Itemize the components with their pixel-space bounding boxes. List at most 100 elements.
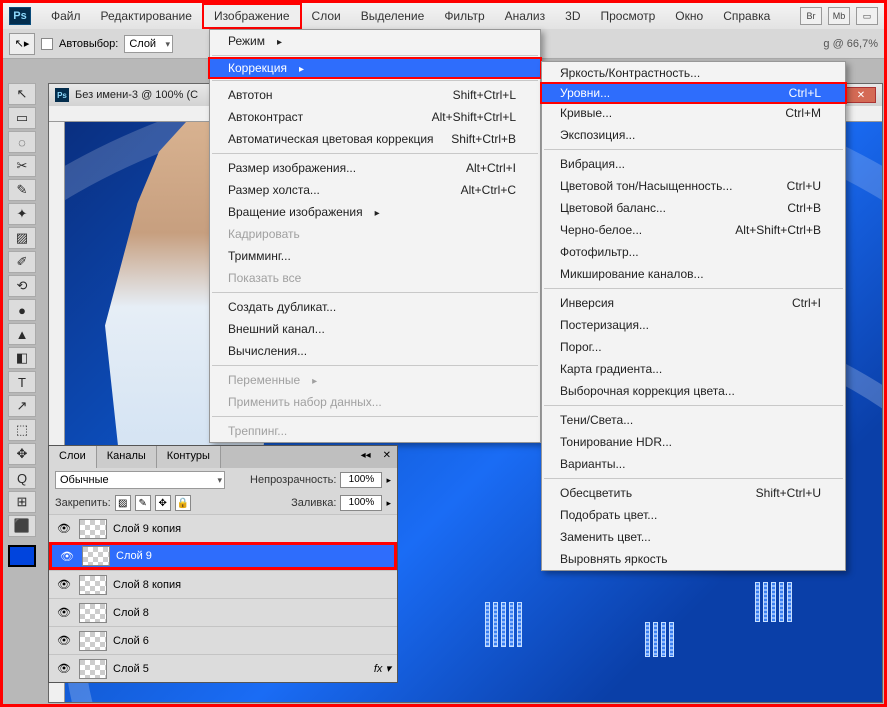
autoselect-checkbox[interactable] xyxy=(41,38,53,50)
image-menu-item[interactable]: АвтоконтрастAlt+Shift+Ctrl+L xyxy=(210,106,540,128)
layer-visibility-icon[interactable]: 👁 xyxy=(55,606,73,619)
correction-menu-item[interactable]: Подобрать цвет... xyxy=(542,504,845,526)
image-menu-item[interactable]: Коррекция xyxy=(208,57,542,79)
tool-2[interactable]: ◌ xyxy=(8,131,36,153)
layer-row[interactable]: 👁Слой 5fx ▾ xyxy=(49,654,397,682)
correction-menu-item[interactable]: Выровнять яркость xyxy=(542,548,845,570)
tool-8[interactable]: ⟲ xyxy=(8,275,36,297)
image-menu-item[interactable]: АвтотонShift+Ctrl+L xyxy=(210,84,540,106)
correction-menu-item[interactable]: Постеризация... xyxy=(542,314,845,336)
lock-position-icon[interactable]: ✥ xyxy=(155,495,171,511)
correction-menu-item[interactable]: ИнверсияCtrl+I xyxy=(542,292,845,314)
layer-row[interactable]: 👁Слой 6 xyxy=(49,626,397,654)
menu-layers[interactable]: Слои xyxy=(302,5,351,27)
image-menu-item[interactable]: Внешний канал... xyxy=(210,318,540,340)
minibridge-icon[interactable]: Mb xyxy=(828,7,850,25)
tool-0[interactable]: ↖ xyxy=(8,83,36,105)
layer-row[interactable]: 👁Слой 8 xyxy=(49,598,397,626)
image-menu-item[interactable]: Создать дубликат... xyxy=(210,296,540,318)
tool-11[interactable]: ◧ xyxy=(8,347,36,369)
tool-13[interactable]: ↗ xyxy=(8,395,36,417)
panel-close-icon[interactable]: ✕ xyxy=(377,446,397,468)
image-menu-item[interactable]: Режим xyxy=(210,30,540,52)
layer-fx-icon[interactable]: fx ▾ xyxy=(374,662,391,675)
layer-visibility-icon[interactable]: 👁 xyxy=(55,662,73,675)
autoselect-dropdown[interactable]: Слой xyxy=(124,35,173,53)
correction-menu-item[interactable]: Микширование каналов... xyxy=(542,263,845,285)
correction-menu-item[interactable]: ОбесцветитьShift+Ctrl+U xyxy=(542,482,845,504)
correction-menu-item[interactable]: Черно-белое...Alt+Shift+Ctrl+B xyxy=(542,219,845,241)
blend-mode-dropdown[interactable]: Обычные xyxy=(55,471,225,489)
tab-layers[interactable]: Слои xyxy=(49,446,97,468)
correction-menu-item[interactable]: Уровни...Ctrl+L xyxy=(540,82,847,104)
correction-menu-item[interactable]: Цветовой тон/Насыщенность...Ctrl+U xyxy=(542,175,845,197)
image-menu-item[interactable]: Автоматическая цветовая коррекцияShift+C… xyxy=(210,128,540,150)
correction-menu-item[interactable]: Кривые...Ctrl+M xyxy=(542,102,845,124)
image-menu-item[interactable]: Тримминг... xyxy=(210,245,540,267)
menu-edit[interactable]: Редактирование xyxy=(91,5,202,27)
panel-collapse-icon[interactable]: ◂◂ xyxy=(355,446,377,468)
tool-16[interactable]: Q xyxy=(8,467,36,489)
image-menu-item[interactable]: Вычисления... xyxy=(210,340,540,362)
tool-7[interactable]: ✐ xyxy=(8,251,36,273)
menu-window[interactable]: Окно xyxy=(665,5,713,27)
correction-menu-item[interactable]: Вибрация... xyxy=(542,153,845,175)
bridge-icon[interactable]: Br xyxy=(800,7,822,25)
tool-3[interactable]: ✂ xyxy=(8,155,36,177)
layer-visibility-icon[interactable]: 👁 xyxy=(58,550,76,563)
menu-image[interactable]: Изображение xyxy=(202,3,302,29)
lock-paint-icon[interactable]: ✎ xyxy=(135,495,151,511)
menu-3d[interactable]: 3D xyxy=(555,5,590,27)
menu-item-shortcut: Ctrl+M xyxy=(785,106,821,120)
correction-menu-item[interactable]: Выборочная коррекция цвета... xyxy=(542,380,845,402)
menu-file[interactable]: Файл xyxy=(41,5,91,27)
correction-menu-item[interactable]: Порог... xyxy=(542,336,845,358)
correction-menu-item[interactable]: Варианты... xyxy=(542,453,845,475)
correction-menu-item[interactable]: Карта градиента... xyxy=(542,358,845,380)
tool-9[interactable]: ● xyxy=(8,299,36,321)
image-menu-item[interactable]: Размер холста...Alt+Ctrl+C xyxy=(210,179,540,201)
tool-4[interactable]: ✎ xyxy=(8,179,36,201)
tool-18[interactable]: ⬛ xyxy=(8,515,36,537)
menu-view[interactable]: Просмотр xyxy=(590,5,665,27)
tool-5[interactable]: ✦ xyxy=(8,203,36,225)
move-tool-preset-icon[interactable]: ↖▸ xyxy=(9,33,35,55)
tool-10[interactable]: ▲ xyxy=(8,323,36,345)
tool-14[interactable]: ⬚ xyxy=(8,419,36,441)
menu-analysis[interactable]: Анализ xyxy=(495,5,556,27)
image-menu-item[interactable]: Вращение изображения xyxy=(210,201,540,223)
layer-row[interactable]: 👁Слой 9 копия xyxy=(49,514,397,542)
correction-menu-item[interactable]: Заменить цвет... xyxy=(542,526,845,548)
fill-field[interactable]: 100% xyxy=(340,495,382,511)
menu-filter[interactable]: Фильтр xyxy=(434,5,494,27)
correction-menu-item[interactable]: Цветовой баланс...Ctrl+B xyxy=(542,197,845,219)
menu-help[interactable]: Справка xyxy=(713,5,780,27)
layer-row[interactable]: 👁Слой 9 xyxy=(49,542,397,570)
image-menu-item[interactable]: Размер изображения...Alt+Ctrl+I xyxy=(210,157,540,179)
layer-visibility-icon[interactable]: 👁 xyxy=(55,578,73,591)
layer-visibility-icon[interactable]: 👁 xyxy=(55,634,73,647)
tab-paths[interactable]: Контуры xyxy=(157,446,221,468)
correction-menu-item[interactable]: Тонирование HDR... xyxy=(542,431,845,453)
menu-item-shortcut: Ctrl+L xyxy=(789,86,821,100)
layer-visibility-icon[interactable]: 👁 xyxy=(55,522,73,535)
tool-17[interactable]: ⊞ xyxy=(8,491,36,513)
correction-menu-item[interactable]: Тени/Света... xyxy=(542,409,845,431)
opacity-field[interactable]: 100% xyxy=(340,472,382,488)
menu-item-shortcut: Ctrl+B xyxy=(787,201,821,215)
tool-1[interactable]: ▭ xyxy=(8,107,36,129)
lock-all-icon[interactable]: 🔒 xyxy=(175,495,191,511)
close-button[interactable]: ✕ xyxy=(846,87,876,103)
tool-12[interactable]: T xyxy=(8,371,36,393)
menu-select[interactable]: Выделение xyxy=(351,5,435,27)
tab-channels[interactable]: Каналы xyxy=(97,446,157,468)
correction-menu-item[interactable]: Экспозиция... xyxy=(542,124,845,146)
correction-menu-item[interactable]: Яркость/Контрастность... xyxy=(542,62,845,84)
tool-15[interactable]: ✥ xyxy=(8,443,36,465)
tool-6[interactable]: ▨ xyxy=(8,227,36,249)
foreground-swatch[interactable] xyxy=(8,545,36,567)
lock-transparent-icon[interactable]: ▨ xyxy=(115,495,131,511)
correction-menu-item[interactable]: Фотофильтр... xyxy=(542,241,845,263)
layer-row[interactable]: 👁Слой 8 копия xyxy=(49,570,397,598)
screen-icon[interactable]: ▭ xyxy=(856,7,878,25)
